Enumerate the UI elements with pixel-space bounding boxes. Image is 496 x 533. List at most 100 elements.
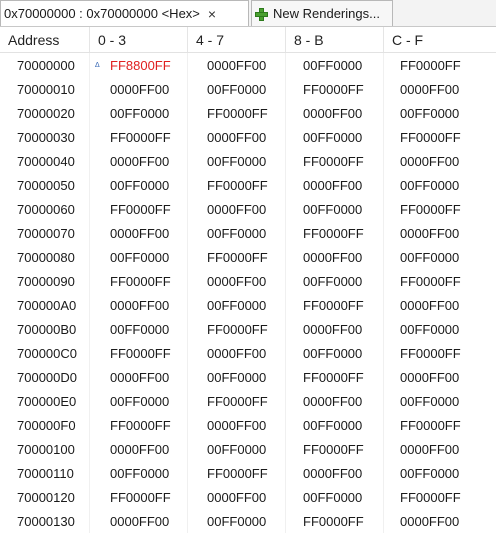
memory-value-cell[interactable]: FF0000FF: [90, 197, 188, 221]
memory-value-cell[interactable]: 0000FF00: [188, 269, 286, 293]
memory-value-cell[interactable]: FF0000FF: [384, 269, 496, 293]
memory-value-cell[interactable]: 0000FF00: [188, 125, 286, 149]
tab-new-renderings[interactable]: New Renderings...: [251, 0, 393, 26]
memory-value-cell[interactable]: 0000FF00: [90, 293, 188, 317]
value-text: 0000FF00: [303, 249, 363, 265]
column-header-8-b[interactable]: 8 - B: [286, 27, 384, 52]
value-text: FF0000FF: [207, 177, 268, 193]
address-cell: 700000A0: [0, 293, 90, 317]
memory-value-cell[interactable]: 00FF0000: [384, 245, 496, 269]
address-cell: 700000C0: [0, 341, 90, 365]
memory-value-cell[interactable]: 0000FF00: [90, 509, 188, 533]
memory-value-cell[interactable]: 00FF0000: [188, 77, 286, 101]
memory-value-cell[interactable]: 00FF0000: [188, 437, 286, 461]
memory-value-cell[interactable]: 00FF0000: [188, 509, 286, 533]
column-header-address[interactable]: Address: [0, 27, 90, 52]
memory-value-cell[interactable]: FF0000FF: [286, 509, 384, 533]
memory-value-cell[interactable]: 0000FF00: [384, 437, 496, 461]
memory-value-cell[interactable]: FF0000FF: [188, 461, 286, 485]
memory-value-cell[interactable]: 0000FF00: [188, 485, 286, 509]
memory-value-cell[interactable]: FF0000FF: [384, 53, 496, 77]
memory-value-cell[interactable]: 00FF0000: [188, 149, 286, 173]
memory-value-cell[interactable]: FF0000FF: [286, 149, 384, 173]
table-row: 70000040 0000FF00 00FF0000 FF0000FF 0000FF00: [0, 149, 496, 173]
memory-value-cell[interactable]: FF0000FF: [188, 389, 286, 413]
memory-value-cell[interactable]: 00FF0000: [90, 245, 188, 269]
memory-value-cell[interactable]: 0000FF00: [286, 101, 384, 125]
memory-value-cell[interactable]: 00FF0000: [90, 317, 188, 341]
memory-value-cell[interactable]: 0000FF00: [188, 197, 286, 221]
memory-value-cell[interactable]: 0000FF00: [384, 77, 496, 101]
memory-value-cell[interactable]: 0000FF00: [384, 509, 496, 533]
memory-value-cell[interactable]: 00FF0000: [384, 461, 496, 485]
memory-value-cell[interactable]: 0000FF00: [384, 149, 496, 173]
memory-value-cell[interactable]: FF0000FF: [188, 173, 286, 197]
memory-value-cell[interactable]: 00FF0000: [188, 293, 286, 317]
memory-value-cell[interactable]: 0000FF00: [286, 389, 384, 413]
memory-value-cell[interactable]: FF0000FF: [90, 269, 188, 293]
memory-value-cell[interactable]: 0000FF00: [384, 365, 496, 389]
value-text: FF0000FF: [400, 57, 461, 73]
memory-value-cell[interactable]: FF0000FF: [384, 485, 496, 509]
memory-value-cell[interactable]: 00FF0000: [188, 221, 286, 245]
memory-value-cell[interactable]: 0000FF00: [188, 341, 286, 365]
memory-value-cell[interactable]: Δ FF8800FF: [90, 53, 188, 77]
table-row: 70000080 00FF0000 FF0000FF 0000FF00 00FF0000: [0, 245, 496, 269]
column-header-c-f[interactable]: C - F: [384, 27, 496, 52]
memory-value-cell[interactable]: 00FF0000: [286, 125, 384, 149]
value-text: FF0000FF: [400, 201, 461, 217]
memory-value-cell[interactable]: 00FF0000: [286, 53, 384, 77]
memory-value-cell[interactable]: 0000FF00: [188, 53, 286, 77]
memory-value-cell[interactable]: 00FF0000: [90, 173, 188, 197]
memory-value-cell[interactable]: 0000FF00: [90, 221, 188, 245]
memory-value-cell[interactable]: FF0000FF: [90, 341, 188, 365]
address-text: 700000D0: [17, 369, 77, 385]
memory-value-cell[interactable]: FF0000FF: [384, 413, 496, 437]
column-header-0-3[interactable]: 0 - 3: [90, 27, 188, 52]
memory-value-cell[interactable]: 0000FF00: [90, 149, 188, 173]
memory-value-cell[interactable]: 0000FF00: [286, 461, 384, 485]
memory-value-cell[interactable]: 0000FF00: [90, 77, 188, 101]
memory-value-cell[interactable]: 00FF0000: [286, 413, 384, 437]
close-icon[interactable]: ×: [208, 7, 216, 21]
memory-value-cell[interactable]: 00FF0000: [90, 389, 188, 413]
memory-value-cell[interactable]: 0000FF00: [286, 245, 384, 269]
memory-value-cell[interactable]: FF0000FF: [188, 317, 286, 341]
memory-value-cell[interactable]: 00FF0000: [384, 389, 496, 413]
memory-value-cell[interactable]: FF0000FF: [90, 485, 188, 509]
memory-value-cell[interactable]: FF0000FF: [384, 125, 496, 149]
memory-value-cell[interactable]: FF0000FF: [286, 221, 384, 245]
memory-value-cell[interactable]: 00FF0000: [90, 101, 188, 125]
memory-value-cell[interactable]: 0000FF00: [90, 365, 188, 389]
memory-value-cell[interactable]: FF0000FF: [286, 77, 384, 101]
memory-value-cell[interactable]: FF0000FF: [286, 365, 384, 389]
memory-value-cell[interactable]: 00FF0000: [188, 365, 286, 389]
memory-value-cell[interactable]: FF0000FF: [188, 101, 286, 125]
memory-value-cell[interactable]: 00FF0000: [384, 101, 496, 125]
tab-hex-rendering[interactable]: 0x70000000 : 0x70000000 <Hex> ×: [0, 0, 249, 26]
address-text: 700000C0: [17, 345, 77, 361]
memory-value-cell[interactable]: 0000FF00: [188, 413, 286, 437]
memory-value-cell[interactable]: FF0000FF: [286, 437, 384, 461]
memory-value-cell[interactable]: 00FF0000: [90, 461, 188, 485]
memory-value-cell[interactable]: FF0000FF: [90, 125, 188, 149]
memory-value-cell[interactable]: 00FF0000: [286, 485, 384, 509]
memory-value-cell[interactable]: FF0000FF: [384, 197, 496, 221]
value-text: 00FF0000: [207, 225, 267, 241]
memory-value-cell[interactable]: 0000FF00: [286, 173, 384, 197]
memory-value-cell[interactable]: 0000FF00: [384, 293, 496, 317]
address-cell: 700000F0: [0, 413, 90, 437]
column-header-4-7[interactable]: 4 - 7: [188, 27, 286, 52]
memory-value-cell[interactable]: FF0000FF: [90, 413, 188, 437]
memory-value-cell[interactable]: FF0000FF: [286, 293, 384, 317]
memory-value-cell[interactable]: 00FF0000: [286, 341, 384, 365]
memory-value-cell[interactable]: 00FF0000: [384, 173, 496, 197]
memory-value-cell[interactable]: 00FF0000: [286, 197, 384, 221]
memory-value-cell[interactable]: 0000FF00: [286, 317, 384, 341]
memory-value-cell[interactable]: 00FF0000: [384, 317, 496, 341]
memory-value-cell[interactable]: 00FF0000: [286, 269, 384, 293]
memory-value-cell[interactable]: FF0000FF: [188, 245, 286, 269]
memory-value-cell[interactable]: 0000FF00: [90, 437, 188, 461]
memory-value-cell[interactable]: FF0000FF: [384, 341, 496, 365]
memory-value-cell[interactable]: 0000FF00: [384, 221, 496, 245]
